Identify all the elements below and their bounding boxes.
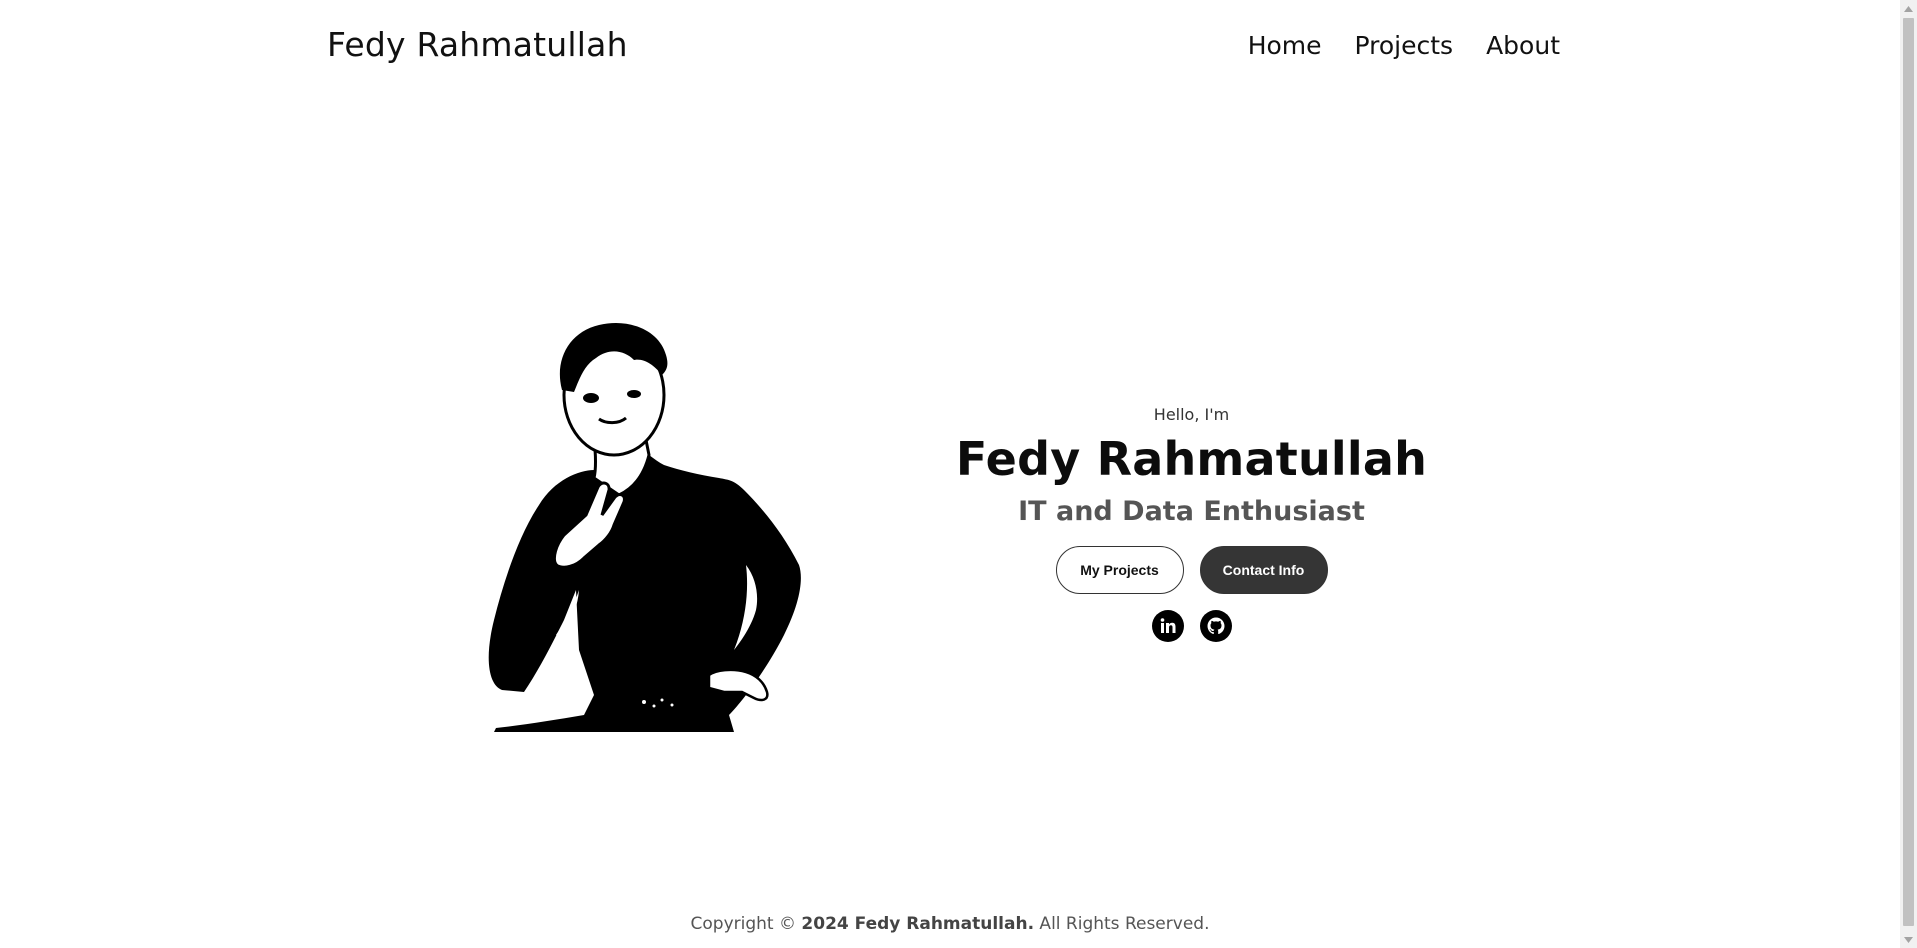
site-header: Fedy Rahmatullah Home Projects About <box>0 0 1900 96</box>
contact-info-button[interactable]: Contact Info <box>1199 546 1328 594</box>
hero-buttons: My Projects Contact Info <box>950 546 1433 594</box>
github-icon[interactable] <box>1199 610 1232 642</box>
scroll-up-arrow-icon[interactable] <box>1900 0 1917 17</box>
site-footer: Copyright © 2024 Fedy Rahmatullah. All R… <box>0 914 1900 934</box>
social-links <box>950 610 1433 642</box>
nav-link-about[interactable]: About <box>1486 31 1560 60</box>
hero-section: Hello, I'm Fedy Rahmatullah IT and Data … <box>950 405 1433 642</box>
nav-links: Home Projects About <box>1248 31 1560 60</box>
hero-greeting: Hello, I'm <box>1153 405 1230 424</box>
my-projects-button[interactable]: My Projects <box>1055 546 1184 594</box>
scrollbar-thumb[interactable] <box>1903 18 1914 926</box>
footer-copyright-owner: 2024 Fedy Rahmatullah. <box>801 914 1035 934</box>
nav-link-projects[interactable]: Projects <box>1355 31 1454 60</box>
vertical-scrollbar[interactable] <box>1900 0 1917 948</box>
footer-copyright-prefix: Copyright © <box>690 914 802 934</box>
page: Fedy Rahmatullah Home Projects About Hel… <box>0 0 1917 948</box>
site-logo[interactable]: Fedy Rahmatullah <box>327 25 628 64</box>
hero-name: Fedy Rahmatullah <box>955 432 1428 486</box>
linkedin-icon[interactable] <box>1151 610 1184 642</box>
scroll-down-arrow-icon[interactable] <box>1900 931 1917 948</box>
profile-illustration <box>484 320 844 732</box>
nav-link-home[interactable]: Home <box>1248 31 1322 60</box>
hero-tagline: IT and Data Enthusiast <box>1018 496 1365 527</box>
footer-copyright-suffix: All Rights Reserved. <box>1034 914 1210 934</box>
